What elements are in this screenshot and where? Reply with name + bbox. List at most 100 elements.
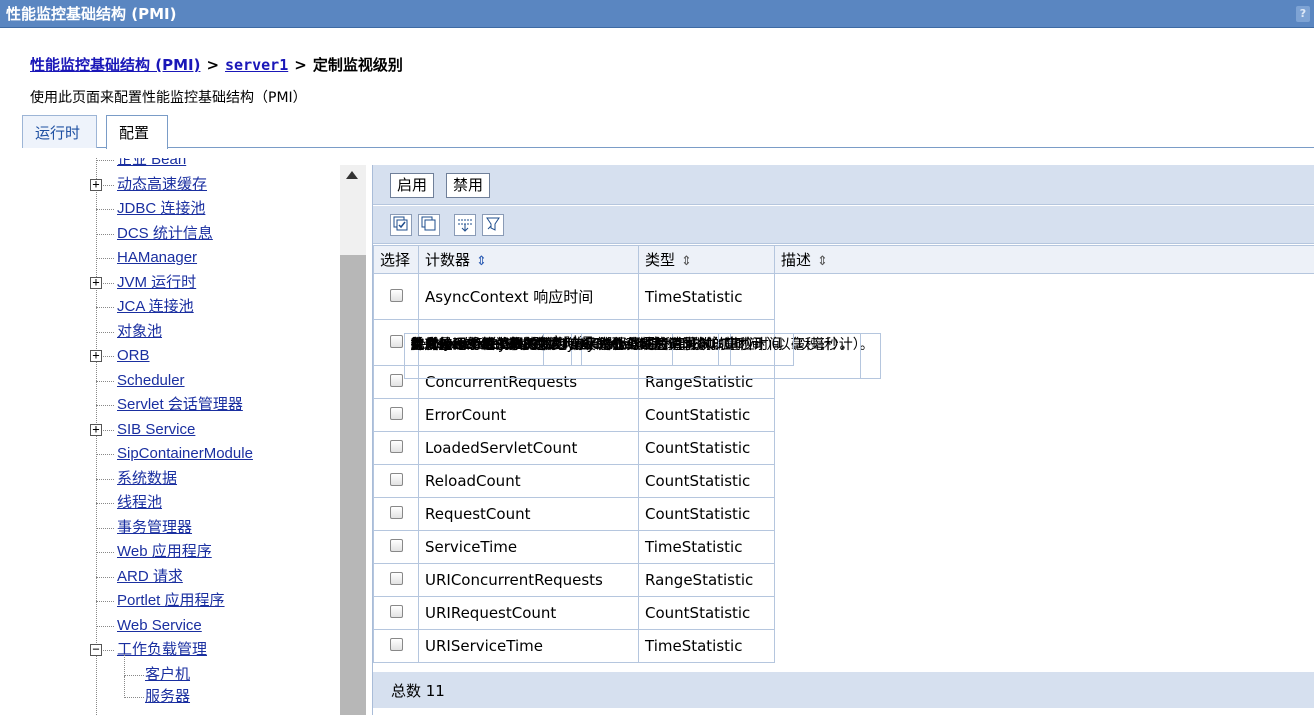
clear-filter-icon[interactable] [482, 214, 504, 236]
row-checkbox[interactable] [389, 473, 403, 486]
counter-type-cell: TimeStatistic [638, 629, 775, 663]
table-row: LoadedServletCount CountStatistic 装入的 serv… [373, 332, 1314, 465]
tree-item-label[interactable]: Servlet 会话管理器 [117, 393, 243, 417]
tree-item-label[interactable]: JCA 连接池 [117, 295, 194, 319]
tree-connector [96, 405, 114, 406]
tree-item-label[interactable]: JVM 运行时 [117, 271, 196, 295]
row-checkbox[interactable] [389, 539, 403, 552]
column-header-description-label: 描述 [781, 251, 812, 269]
deselect-all-icon[interactable] [418, 214, 440, 236]
sort-icon[interactable]: ⇕ [817, 254, 828, 269]
tree-item-label[interactable]: 线程池 [117, 491, 162, 515]
tree-child-label[interactable]: 客户机 [145, 664, 190, 686]
row-checkbox[interactable] [389, 440, 403, 453]
column-header-description[interactable]: 描述 ⇕ [774, 245, 1314, 274]
scroll-up-arrow-icon[interactable] [346, 171, 358, 179]
collapse-icon[interactable]: − [90, 643, 102, 656]
expand-filter-icon[interactable] [454, 214, 476, 236]
table-row: ErrorCount CountStatistic 从 servlet 或 JSP … [373, 332, 1314, 432]
row-checkbox[interactable] [389, 407, 403, 420]
tree-connector [96, 454, 114, 455]
tree-item-label[interactable]: 对象池 [117, 320, 162, 344]
breadcrumb-link-server[interactable]: server1 [225, 56, 288, 74]
select-cell [373, 464, 419, 498]
table-row: RequestCount CountStatistic servlet 处理的请求总… [373, 332, 1314, 531]
tree-connector [96, 552, 114, 553]
counter-description-cell: 与 servlet 相关联的 URI 的平均服务响应时间（以毫秒计）。 [403, 332, 795, 366]
column-header-select: 选择 [373, 245, 419, 274]
tree-item-label[interactable]: 工作负载管理 [117, 638, 207, 662]
tree-connector [124, 697, 144, 698]
enable-button[interactable]: 启用 [390, 173, 435, 198]
row-checkbox[interactable] [389, 374, 403, 387]
counter-name-cell: URIServiceTime [418, 629, 639, 663]
tree-connector [124, 654, 125, 676]
tree-item-label[interactable]: 企业 Bean [117, 158, 186, 172]
tree-item-label[interactable]: Web 应用程序 [117, 540, 212, 564]
row-checkbox[interactable] [389, 605, 403, 618]
tree-item-label[interactable]: DCS 统计信息 [117, 222, 213, 246]
help-icon[interactable]: ? [1296, 6, 1310, 22]
window-titlebar: 性能监控基础结构 (PMI) ? [0, 0, 1314, 28]
tree-item-label[interactable]: 动态高速缓存 [117, 173, 207, 197]
disable-button[interactable]: 禁用 [446, 173, 491, 198]
tree-scrollbar[interactable] [340, 165, 366, 715]
tree-item-label[interactable]: Scheduler [117, 369, 185, 393]
expand-icon[interactable]: + [90, 178, 102, 191]
counter-panel: 启用 禁用 选择 计数器 ⇕ 类型 ⇕ 描述 ⇕ AsyncContext 响应时间 T… [372, 165, 1314, 715]
column-header-type[interactable]: 类型 ⇕ [638, 245, 775, 274]
breadcrumb-separator: > [294, 56, 307, 74]
scrollbar-thumb[interactable] [340, 255, 366, 715]
sort-icon[interactable]: ⇕ [476, 254, 487, 269]
tree-item-label[interactable]: 系统数据 [117, 467, 177, 491]
tree-child-label[interactable]: 服务器 [145, 686, 190, 708]
row-checkbox[interactable] [389, 288, 403, 302]
counter-name-cell: URIConcurrentRequests [418, 563, 639, 597]
tree-connector [96, 258, 114, 259]
expand-icon[interactable]: + [90, 423, 102, 436]
total-count: 总数 11 [373, 672, 1314, 708]
counter-type-cell: CountStatistic [638, 596, 775, 630]
row-checkbox[interactable] [389, 506, 403, 519]
tree-connector [96, 601, 114, 602]
tree-connector [96, 381, 114, 382]
row-checkbox[interactable] [389, 334, 403, 348]
breadcrumb-link-pmi[interactable]: 性能监控基础结构 (PMI) [30, 56, 200, 74]
row-checkbox[interactable] [389, 638, 403, 651]
breadcrumb: 性能监控基础结构 (PMI) > server1 > 定制监视级别 [30, 54, 403, 75]
tree-item-label[interactable]: JDBC 连接池 [117, 197, 205, 221]
counter-name-cell: AsyncContext 响应时间 [418, 273, 639, 320]
tree-item-label[interactable]: 事务管理器 [117, 516, 192, 540]
tree-item-label[interactable]: SipContainerModule [117, 442, 253, 466]
expand-icon[interactable]: + [90, 276, 102, 289]
counter-type-cell: RangeStatistic [638, 563, 775, 597]
counter-type-cell: CountStatistic [638, 464, 775, 498]
page-description: 使用此页面来配置性能监控基础结构（PMI） [30, 90, 307, 106]
expand-icon[interactable]: + [90, 349, 102, 362]
table-row: URIConcurrentRequests RangeStatistic 针对与 s… [373, 332, 1314, 597]
select-cell [373, 398, 419, 432]
tree-item-label[interactable]: ORB [117, 344, 150, 368]
counter-name-cell: RequestCount [418, 497, 639, 531]
counter-name-cell: ReloadCount [418, 464, 639, 498]
tree-item-label[interactable]: ARD 请求 [117, 565, 183, 589]
tree-item-label[interactable]: HAManager [117, 246, 197, 270]
column-header-counter[interactable]: 计数器 ⇕ [418, 245, 639, 274]
tree-guide-line [96, 158, 97, 715]
select-cell [373, 431, 419, 465]
tree-item-label[interactable]: Web Service [117, 614, 202, 638]
table-row: AsyncContext 响应时间 TimeStatistic 此度量记录每 ser… [373, 273, 1314, 379]
tab-strip: 运行时 配置 [22, 115, 1314, 149]
tree-item-label[interactable]: Portlet 应用程序 [117, 589, 225, 613]
tree-connector [96, 234, 114, 235]
tree-item-label[interactable]: SIB Service [117, 418, 195, 442]
sort-icon[interactable]: ⇕ [681, 254, 692, 269]
counter-name-cell: ErrorCount [418, 398, 639, 432]
row-checkbox[interactable] [389, 572, 403, 585]
counter-type-cell: CountStatistic [638, 497, 775, 531]
tab-runtime[interactable]: 运行时 [22, 115, 97, 148]
select-cell [373, 596, 419, 630]
action-bar: 启用 禁用 [373, 165, 1314, 205]
select-all-icon[interactable] [390, 214, 412, 236]
tab-configuration[interactable]: 配置 [106, 115, 168, 149]
